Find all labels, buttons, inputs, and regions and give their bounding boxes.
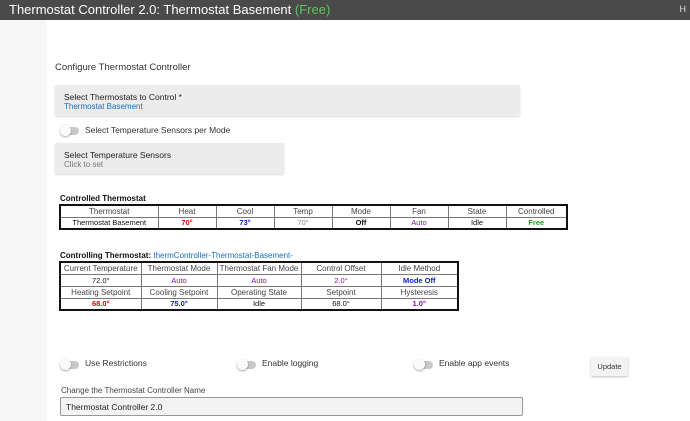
section-title: Configure Thermostat Controller: [55, 62, 191, 73]
sensors-per-mode-label: Select Temperature Sensors per Mode: [85, 125, 231, 135]
header-cell: Current Temperature: [59, 261, 142, 275]
controlled-thermostat-heading: Controlled Thermostat: [60, 194, 146, 203]
thermostat-mode-cell: Auto: [140, 273, 218, 287]
mode-cell: Off: [331, 216, 391, 230]
header-cell: Thermostat Fan Mode: [216, 261, 302, 275]
heat-cell: 70°: [157, 216, 217, 230]
control-offset-cell: 2.0°: [300, 273, 382, 287]
header-cell: Control Offset: [300, 261, 382, 275]
toggle-knob: [60, 359, 71, 370]
use-restrictions-toggle[interactable]: [60, 359, 79, 370]
controller-name-input[interactable]: Thermostat Controller 2.0: [60, 397, 523, 416]
page-title: Thermostat Controller 2.0: Thermostat Ba…: [9, 2, 330, 17]
enable-app-events-label: Enable app events: [439, 358, 510, 368]
header-cell: Operating State: [216, 285, 302, 299]
cooling-setpoint-cell: 75.0°: [140, 297, 218, 311]
state-cell: Idle: [447, 216, 507, 230]
heating-setpoint-cell: 68.0°: [59, 297, 142, 311]
header-cell: Idle Method: [380, 261, 459, 275]
fan-mode-cell: Auto: [216, 273, 302, 287]
controller-name-label: Change the Thermostat Controller Name: [61, 386, 206, 395]
table-header-row: Thermostat Heat Cool Temp Mode Fan State…: [59, 204, 568, 218]
table-row: 72.0° Auto Auto 2.0° Mode Off: [59, 273, 459, 287]
header-cell: Mode: [331, 204, 391, 218]
current-temp-cell: 72.0°: [59, 273, 142, 287]
header-cell: Fan: [389, 204, 449, 218]
enable-app-events-toggle[interactable]: [414, 359, 433, 370]
enable-logging-toggle[interactable]: [237, 359, 256, 370]
header-cell: Thermostat: [59, 204, 159, 218]
header-cell: Thermostat Mode: [140, 261, 218, 275]
select-thermostats-label: Select Thermostats to Control *: [64, 92, 182, 102]
header-cell: Heat: [157, 204, 217, 218]
toggle-knob: [60, 125, 71, 136]
left-gutter: [0, 20, 47, 421]
controlling-device-link[interactable]: thermController-Thermostat-Basement-: [153, 251, 293, 260]
table-header-row: Current Temperature Thermostat Mode Ther…: [59, 261, 459, 275]
toggle-knob: [414, 359, 425, 370]
idle-method-cell: Mode Off: [380, 273, 459, 287]
thermostat-name-cell: Thermostat Basement: [59, 216, 159, 230]
header-cell: Controlled: [505, 204, 568, 218]
header-cell: Hysteresis: [380, 285, 459, 299]
controlling-thermostat-table: Current Temperature Thermostat Mode Ther…: [59, 261, 459, 311]
select-sensors-label: Select Temperature Sensors: [64, 150, 172, 160]
controlling-heading-text: Controlling Thermostat:: [60, 251, 152, 260]
sensors-per-mode-toggle[interactable]: [60, 125, 79, 136]
fan-cell: Auto: [389, 216, 449, 230]
select-sensors-field[interactable]: Select Temperature Sensors Click to set: [55, 143, 284, 174]
cool-cell: 73°: [215, 216, 275, 230]
select-thermostats-value: Thermostat Basement: [64, 102, 143, 111]
controlling-thermostat-heading: Controlling Thermostat: thermController-…: [60, 251, 293, 260]
update-button[interactable]: Update: [591, 357, 628, 376]
header-cell: Setpoint: [300, 285, 382, 299]
menu-icon[interactable]: H: [680, 4, 687, 14]
toggle-knob: [237, 359, 248, 370]
select-sensors-placeholder: Click to set: [64, 160, 104, 169]
header-cell: State: [447, 204, 507, 218]
operating-state-cell: Idle: [216, 297, 302, 311]
table-row: Thermostat Basement 70° 73° 70° Off Auto…: [59, 216, 568, 230]
header-cell: Heating Setpoint: [59, 285, 142, 299]
free-tag: (Free): [294, 2, 331, 17]
select-thermostats-field[interactable]: Select Thermostats to Control * Thermost…: [55, 85, 520, 116]
use-restrictions-label: Use Restrictions: [85, 358, 147, 368]
enable-logging-label: Enable logging: [262, 358, 319, 368]
header-cell: Cool: [215, 204, 275, 218]
app-title-text: Thermostat Controller 2.0: Thermostat Ba…: [9, 2, 292, 17]
header-cell: Temp: [273, 204, 333, 218]
table-header-row: Heating Setpoint Cooling Setpoint Operat…: [59, 285, 459, 299]
controlled-thermostat-table: Thermostat Heat Cool Temp Mode Fan State…: [59, 204, 568, 230]
table-row: 68.0° 75.0° Idle 68.0° 1.0°: [59, 297, 459, 311]
controlled-cell: Free: [505, 216, 568, 230]
app-header-bar: Thermostat Controller 2.0: Thermostat Ba…: [0, 0, 690, 20]
hysteresis-cell: 1.0°: [380, 297, 459, 311]
header-cell: Cooling Setpoint: [140, 285, 218, 299]
temp-cell: 70°: [273, 216, 333, 230]
setpoint-cell: 68.0°: [300, 297, 382, 311]
